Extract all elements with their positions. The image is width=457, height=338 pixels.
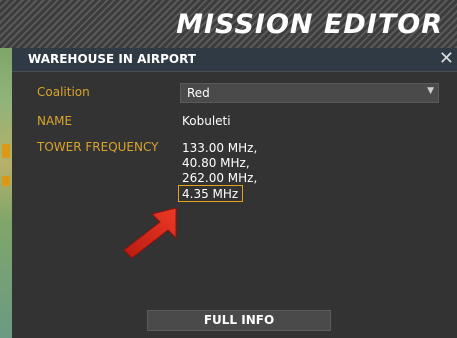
tower-frequency-value: 262.00 MHz, (182, 171, 258, 185)
name-value: Kobuleti (182, 114, 231, 128)
map-marker[interactable] (2, 176, 10, 186)
chevron-down-icon: ▼ (427, 86, 434, 96)
app-title: MISSION EDITOR (176, 9, 443, 40)
name-label: NAME (37, 114, 73, 128)
tower-frequency-value: 133.00 MHz, (182, 141, 258, 155)
coalition-label: Coalition (37, 85, 90, 99)
close-icon[interactable]: ✕ (439, 48, 454, 70)
full-info-button[interactable]: FULL INFO (147, 310, 331, 331)
editor-topbar: MISSION EDITOR (0, 0, 457, 48)
dialog-header: WAREHOUSE IN AIRPORT ✕ (12, 48, 457, 72)
tower-frequency-value: 40.80 MHz, (182, 156, 250, 170)
map-marker[interactable] (2, 144, 10, 158)
frequency-highlight-box (178, 185, 243, 202)
dialog-title: WAREHOUSE IN AIRPORT (28, 52, 196, 66)
coalition-value: Red (187, 86, 210, 100)
tower-frequency-label: TOWER FREQUENCY (37, 140, 159, 154)
warehouse-dialog: WAREHOUSE IN AIRPORT ✕ Coalition Red ▼ N… (12, 48, 457, 338)
map-background[interactable] (0, 48, 12, 338)
coalition-select[interactable]: Red ▼ (180, 83, 439, 103)
pointer-arrow-icon (123, 207, 177, 259)
